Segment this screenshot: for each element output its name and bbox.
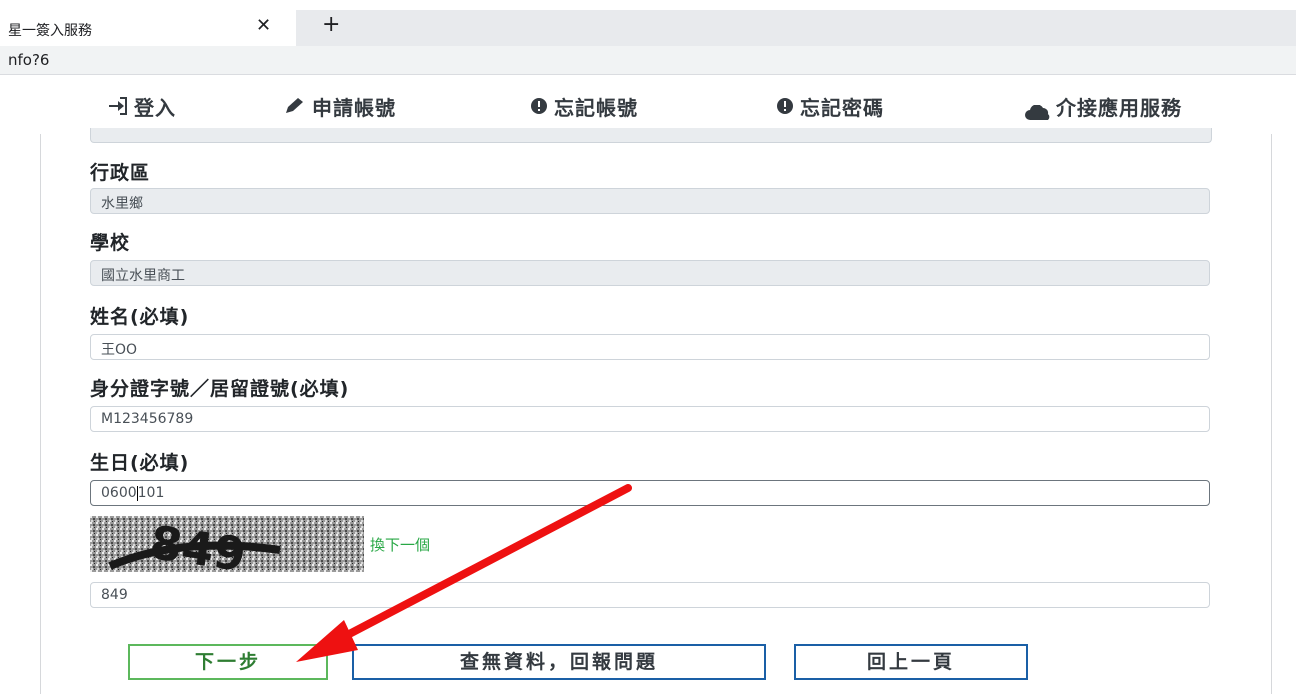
nav-forgot-account[interactable]: 忘記帳號 [530, 92, 638, 121]
school-field: 國立水里商工 [90, 260, 1210, 286]
nav-login[interactable]: 登入 [108, 92, 176, 121]
name-label: 姓名(必填) [90, 306, 190, 328]
close-icon[interactable]: ✕ [256, 16, 271, 36]
nav-login-label: 登入 [134, 96, 176, 120]
back-button[interactable]: 回上一頁 [794, 644, 1028, 680]
nav-integration-services-label: 介接應用服務 [1056, 96, 1182, 120]
name-input[interactable]: 王OO [90, 334, 1210, 360]
birthday-label: 生日(必填) [90, 452, 190, 474]
district-field: 水里鄉 [90, 188, 1210, 214]
birthday-input[interactable]: 0600101 [90, 480, 1210, 506]
browser-tab[interactable]: 星一簽入服務 ✕ [0, 10, 296, 46]
district-label: 行政區 [90, 162, 151, 184]
nav-forgot-password[interactable]: 忘記密碼 [776, 92, 884, 121]
previous-field-edge [90, 128, 1212, 143]
tabbar-background [296, 10, 1296, 46]
birthday-value-after-caret: 101 [137, 485, 165, 501]
top-nav: 登入 申請帳號 忘記帳號 忘記密碼 介接應用服務 [0, 78, 1296, 134]
nav-forgot-account-label: 忘記帳號 [554, 96, 638, 120]
report-issue-button[interactable]: 查無資料，回報問題 [352, 644, 766, 680]
id-number-label: 身分證字號／居留證號(必填) [90, 378, 350, 400]
tab-title: 星一簽入服務 [8, 23, 92, 39]
birthday-value-before-caret: 0600 [101, 485, 137, 501]
url-text: nfo?6 [8, 51, 50, 69]
next-step-button[interactable]: 下一步 [128, 644, 328, 680]
sign-in-icon [108, 97, 128, 120]
nav-forgot-password-label: 忘記密碼 [800, 96, 884, 120]
captcha-image: 849 [90, 516, 364, 572]
browser-tabstrip: 星一簽入服務 ✕ + [0, 0, 1296, 46]
nav-integration-services[interactable]: 介接應用服務 [1024, 92, 1182, 121]
new-tab-icon[interactable]: + [322, 14, 340, 36]
cloud-icon [1024, 102, 1054, 120]
pencil-icon [284, 97, 306, 120]
exclamation-icon [530, 97, 548, 120]
id-number-input[interactable]: M123456789 [90, 406, 1210, 432]
captcha-input[interactable]: 849 [90, 582, 1210, 608]
nav-apply-account-label: 申請帳號 [312, 96, 396, 120]
nav-apply-account[interactable]: 申請帳號 [284, 92, 396, 121]
refresh-captcha-link[interactable]: 換下一個 [370, 534, 430, 555]
address-bar[interactable]: nfo?6 [0, 46, 1296, 75]
school-label: 學校 [90, 232, 131, 254]
exclamation-icon [776, 97, 794, 120]
